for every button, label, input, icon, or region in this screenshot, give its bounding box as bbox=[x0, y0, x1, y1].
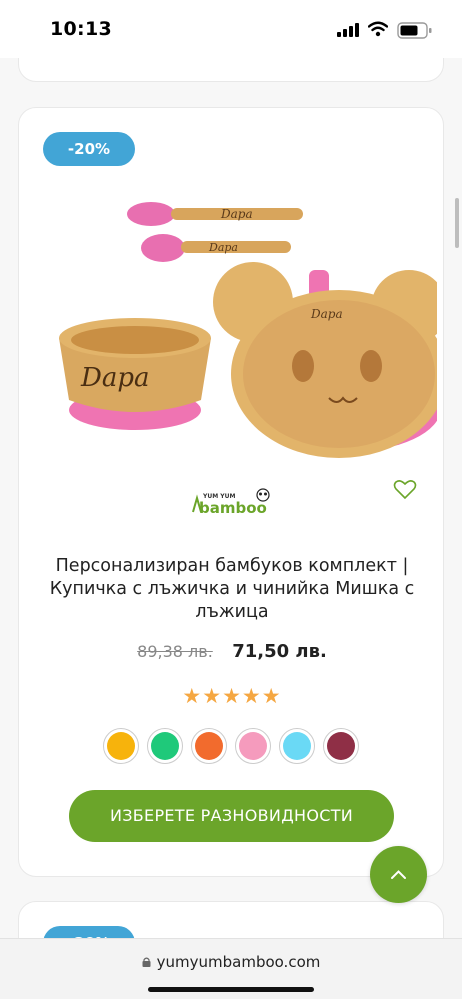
status-time: 10:13 bbox=[50, 18, 112, 40]
swatch-dot bbox=[239, 732, 267, 760]
chevron-up-icon bbox=[391, 870, 406, 879]
rating-stars: ★★★★★ bbox=[182, 684, 282, 708]
swatch-green[interactable] bbox=[147, 728, 183, 764]
spoon-engraving-2: Dapa bbox=[208, 241, 238, 254]
swatch-dot bbox=[327, 732, 355, 760]
swatch-dot bbox=[195, 732, 223, 760]
battery-icon bbox=[397, 22, 432, 39]
price-block: 89,38 лв. 71,50 лв. bbox=[19, 641, 445, 662]
product-card[interactable]: -20% Dapa Dapa Dapa Dapa YUM YUM bamboo … bbox=[18, 107, 444, 877]
plate-engraving: Dapa bbox=[310, 307, 343, 321]
signal-icon bbox=[337, 23, 361, 37]
swatch-yellow[interactable] bbox=[103, 728, 139, 764]
select-options-button[interactable]: ИЗБЕРЕТЕ РАЗНОВИДНОСТИ bbox=[69, 790, 394, 842]
url-text: yumyumbamboo.com bbox=[156, 953, 321, 971]
swatch-light-blue[interactable] bbox=[279, 728, 315, 764]
swatch-orange[interactable] bbox=[191, 728, 227, 764]
status-bar: 10:13 bbox=[0, 0, 462, 58]
swatch-pink[interactable] bbox=[235, 728, 271, 764]
swatch-dot bbox=[151, 732, 179, 760]
url-display[interactable]: yumyumbamboo.com bbox=[0, 953, 462, 971]
swatch-burgundy[interactable] bbox=[323, 728, 359, 764]
brand-logo: YUM YUM bamboo bbox=[192, 488, 270, 516]
new-price: 71,50 лв. bbox=[232, 641, 327, 662]
color-swatches bbox=[103, 728, 363, 764]
product-image[interactable]: Dapa Dapa Dapa Dapa bbox=[41, 178, 437, 478]
scroll-to-top-button[interactable] bbox=[370, 846, 427, 903]
heart-icon[interactable] bbox=[393, 478, 417, 500]
swatch-dot bbox=[107, 732, 135, 760]
spoon-engraving: Dapa bbox=[220, 207, 253, 221]
svg-text:bamboo: bamboo bbox=[199, 499, 267, 516]
browser-url-bar[interactable]: yumyumbamboo.com bbox=[0, 938, 462, 999]
wifi-icon bbox=[368, 21, 388, 37]
lock-icon bbox=[142, 957, 151, 967]
bowl-engraving: Dapa bbox=[80, 363, 150, 393]
discount-badge: -20% bbox=[43, 132, 135, 166]
scrollbar[interactable] bbox=[455, 198, 459, 248]
old-price: 89,38 лв. bbox=[137, 642, 213, 661]
page: -20% Dapa Dapa Dapa Dapa YUM YUM bamboo … bbox=[0, 0, 462, 999]
product-title[interactable]: Персонализиран бамбуков комплект | Купич… bbox=[49, 555, 415, 624]
home-indicator bbox=[148, 987, 314, 992]
swatch-dot bbox=[283, 732, 311, 760]
